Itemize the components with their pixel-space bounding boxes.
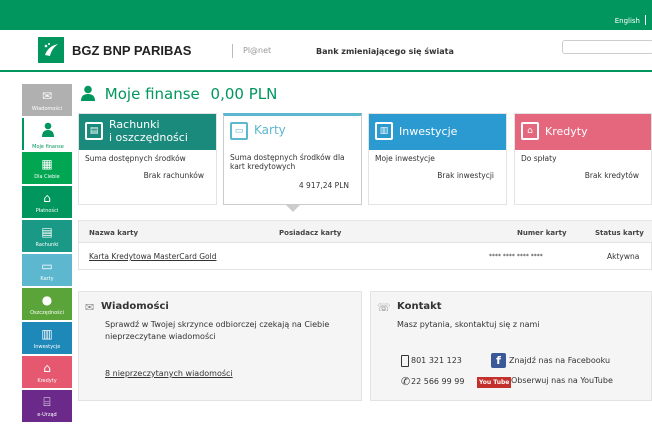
sidebar-item-loans[interactable]: ⌂ Kredyty	[22, 356, 72, 388]
column-header: Posiadacz karty	[279, 229, 342, 237]
youtube-icon[interactable]: You Tube	[477, 377, 512, 388]
tile-accounts-header: ▤ Rachunki i oszczędności	[79, 114, 216, 150]
cards-table: Nazwa karty Posiadacz karty Numer karty …	[78, 220, 652, 270]
sidebar-item-payments[interactable]: ⌂ Płatności	[22, 186, 72, 218]
tile-value: Brak inwestycji	[437, 171, 494, 180]
sidebar-item-my-finances[interactable]: Moje finanse	[22, 118, 72, 150]
tile-subtitle: Moje inwestycje	[375, 154, 435, 163]
messages-panel: ✉ Wiadomości Sprawdź w Twojej skrzynce o…	[78, 291, 362, 401]
bank-icon: ⌸	[43, 395, 51, 409]
person-icon	[24, 118, 72, 143]
card-name-link[interactable]: Karta Kredytowa MasterCard Gold	[89, 252, 216, 261]
messages-text: Sprawdź w Twojej skrzynce odbiorczej cze…	[105, 320, 330, 329]
person-icon	[80, 85, 96, 101]
column-header: Nazwa karty	[89, 229, 139, 237]
tile-loans-header: ⌂ Kredyty	[515, 114, 651, 150]
column-header: Numer karty	[517, 229, 567, 237]
contact-text: Masz pytania, skontaktuj się z nami	[397, 320, 540, 329]
tile-pointer	[286, 205, 300, 212]
facebook-link[interactable]: Znajdź nas na Facebooku	[509, 356, 610, 365]
account-icon: ▤	[41, 225, 53, 239]
gift-icon: ▦	[41, 157, 53, 171]
sidebar-item-cards[interactable]: ▭ Karty	[22, 254, 72, 286]
contact-title: Kontakt	[397, 301, 442, 312]
tile-value: Brak rachunków	[143, 171, 204, 180]
messages-title: Wiadomości	[101, 301, 169, 312]
tile-cards-header: ▭ Karty	[224, 116, 361, 149]
tile-loans[interactable]: ⌂ Kredyty Do spłaty Brak kredytów	[514, 113, 652, 205]
sidebar-item-messages[interactable]: ✉ Wiadomości	[22, 84, 72, 116]
header: BGZ BNP PARIBAS Pl@net Bank zmieniająceg…	[0, 30, 652, 72]
money-icon: ⌂	[43, 191, 51, 205]
bank-logo-icon[interactable]	[38, 37, 64, 63]
tagline: Bank zmieniającego się świata	[316, 47, 454, 56]
sidebar-item-e-office[interactable]: ⌸ e-Urząd	[22, 390, 72, 422]
envelope-icon: ✉	[41, 89, 53, 103]
page-title-text: Moje finanse	[104, 85, 200, 103]
piggy-icon: ●	[41, 293, 53, 307]
mobile-phone-number[interactable]: 801 321 123	[411, 356, 462, 365]
chart-icon: ▥	[41, 327, 53, 341]
tile-value: Brak kredytów	[584, 171, 639, 180]
tile-subtitle: Suma dostępnych środków dla kart kredyto…	[230, 153, 345, 171]
card-status: Aktywna	[607, 252, 640, 261]
card-icon: ▭	[41, 259, 53, 273]
top-bar: English	[0, 0, 652, 30]
unread-messages-link[interactable]: 8 nieprzeczytanych wiadomości	[105, 369, 233, 378]
mobile-phone-icon	[401, 355, 409, 367]
sidebar-item-savings[interactable]: ● Oszczędności	[22, 288, 72, 320]
tile-accounts[interactable]: ▤ Rachunki i oszczędności Suma dostępnyc…	[78, 113, 217, 205]
tile-value: 4 917,24 PLN	[298, 181, 349, 190]
tile-investments-header: ▥ Inwestycje	[369, 114, 506, 150]
contact-panel: ☏ Kontakt Masz pytania, skontaktuj się z…	[370, 291, 652, 401]
phone-number[interactable]: 22 566 99 99	[411, 377, 464, 386]
card-number: **** **** **** ****	[489, 253, 543, 260]
card-icon: ▭	[230, 122, 248, 140]
envelope-icon: ✉	[85, 301, 95, 314]
language-link[interactable]: English	[615, 17, 640, 25]
phone-icon: ✆	[401, 375, 411, 388]
account-icon: ▤	[85, 122, 103, 140]
tile-cards[interactable]: ▭ Karty Suma dostępnych środków dla kart…	[223, 113, 362, 205]
phone-icon: ☏	[377, 301, 391, 314]
sidebar: ✉ Wiadomości Moje finanse ▦ Dla Ciebie ⌂…	[22, 84, 72, 424]
chart-icon: ▥	[375, 122, 393, 140]
tile-investments[interactable]: ▥ Inwestycje Moje inwestycje Brak inwest…	[368, 113, 507, 205]
sidebar-item-for-you[interactable]: ▦ Dla Ciebie	[22, 152, 72, 184]
search-input[interactable]	[562, 40, 652, 54]
messages-text: nieprzeczytane wiadomości	[105, 332, 216, 341]
facebook-icon[interactable]: f	[491, 353, 506, 368]
divider	[232, 44, 233, 58]
sub-brand: Pl@net	[243, 46, 272, 55]
tile-subtitle: Do spłaty	[521, 154, 557, 163]
divider	[645, 15, 646, 25]
brand-name: BGZ BNP PARIBAS	[72, 43, 192, 58]
page-title: Moje finanse 0,00 PLN	[80, 85, 277, 103]
house-icon: ⌂	[521, 122, 539, 140]
youtube-link[interactable]: Obserwuj nas na YouTube	[511, 376, 613, 385]
sidebar-item-accounts[interactable]: ▤ Rachunki	[22, 220, 72, 252]
total-balance: 0,00 PLN	[210, 85, 278, 103]
tile-subtitle: Suma dostępnych środków	[85, 154, 186, 163]
house-icon: ⌂	[43, 361, 51, 375]
sidebar-item-investments[interactable]: ▥ Inwestycje	[22, 322, 72, 354]
column-header: Status karty	[595, 229, 644, 237]
